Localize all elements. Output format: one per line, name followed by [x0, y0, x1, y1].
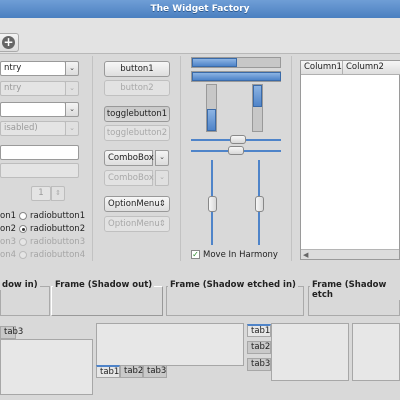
combobox-disabled: ComboBox — [104, 170, 154, 186]
frame-shadow-out — [51, 286, 163, 316]
radiobutton4-label: radiobutton4 — [30, 250, 86, 260]
plus-circle-icon: + — [2, 35, 15, 49]
combo-disabled-arrow: ⌄ — [65, 121, 79, 136]
progress-fill — [192, 72, 281, 81]
text-entry[interactable]: ntry — [0, 61, 66, 76]
nb3-tab1[interactable]: tab1 — [247, 324, 271, 337]
entry-combo-arrow[interactable]: ⌄ — [65, 61, 79, 76]
vscale-2-handle[interactable] — [255, 196, 264, 212]
frame-shadow-etched-in — [166, 286, 304, 316]
nb2-tab3[interactable]: tab3 — [143, 365, 167, 378]
progress-fill — [207, 109, 216, 131]
combobox-arrow[interactable]: ⌄ — [155, 150, 169, 166]
updown-arrow-icon: ⇕ — [158, 219, 166, 229]
togglebutton2: togglebutton2 — [104, 125, 170, 141]
column-header-2[interactable]: Column2 — [343, 61, 400, 75]
nb2-tab2[interactable]: tab2 — [120, 365, 143, 378]
frame-shadow-out-label: Frame (Shadow out) — [53, 280, 155, 290]
move-in-harmony-label[interactable]: Move In Harmony — [203, 250, 278, 260]
progress-fill — [253, 85, 262, 107]
progress-bar-vertical-1 — [206, 84, 217, 132]
notebook-4 — [352, 323, 400, 381]
frame-shadow-in-label: dow in) — [0, 280, 40, 290]
move-in-harmony-checkbox[interactable]: ✓ — [191, 250, 200, 259]
entry-combo-arrow-2[interactable]: ⌄ — [65, 102, 79, 117]
progress-bar-horizontal-2 — [191, 71, 281, 82]
radiobutton2-indicator[interactable] — [19, 225, 27, 233]
entry-combo-arrow-disabled: ⌄ — [65, 81, 79, 96]
radiobutton4-indicator — [19, 251, 27, 259]
nb2-tab1[interactable]: tab1 — [96, 365, 120, 378]
empty-entry[interactable] — [0, 102, 66, 117]
nb3-tab3[interactable]: tab3 — [247, 358, 271, 371]
separator — [92, 56, 93, 261]
button2: button2 — [104, 80, 170, 96]
notebook-1 — [0, 339, 93, 395]
horizontal-scrollbar[interactable]: ◀ — [301, 249, 399, 259]
hscale-1-handle[interactable] — [230, 135, 246, 144]
separator — [180, 56, 181, 261]
radio-label: on3 — [0, 237, 16, 247]
radiobutton2-label[interactable]: radiobutton2 — [30, 224, 85, 234]
notebook-2 — [96, 323, 244, 366]
updown-arrow-icon: ⇕ — [158, 199, 166, 209]
optionmenu-disabled: OptionMenu ⇕ — [104, 216, 170, 232]
window-title: The Widget Factory — [0, 0, 400, 18]
progress-bar-horizontal-1 — [191, 57, 281, 68]
spin-entry: 1 — [31, 186, 51, 201]
hscale-2-handle[interactable] — [228, 146, 244, 155]
spin-arrows: ⇕ — [51, 186, 65, 201]
optionmenu-disabled-label: OptionMenu — [108, 219, 160, 229]
frame-shadow-etched-in-label: Frame (Shadow etched in) — [168, 280, 298, 290]
toolbar — [0, 18, 400, 54]
text-entry-disabled: ntry — [0, 81, 66, 96]
togglebutton1[interactable]: togglebutton1 — [104, 106, 170, 122]
radio-label[interactable]: on2 — [0, 224, 20, 234]
optionmenu-label: OptionMenu — [108, 199, 160, 209]
nb1-tab3[interactable]: tab3 — [0, 326, 23, 339]
frame-shadow-etched-out-label: Frame (Shadow etch — [310, 280, 400, 300]
progress-bar-vertical-2 — [252, 84, 263, 132]
combo-disabled: isabled) — [0, 121, 66, 136]
radiobutton3-label: radiobutton3 — [30, 237, 86, 247]
button1[interactable]: button1 — [104, 61, 170, 77]
plain-entry-disabled — [0, 163, 79, 178]
frame-shadow-in — [0, 286, 50, 316]
combobox-disabled-arrow: ⌄ — [155, 170, 169, 186]
radiobutton3-indicator — [19, 238, 27, 246]
plain-entry[interactable] — [0, 145, 79, 160]
radio-label: on4 — [0, 250, 16, 260]
scroll-left-icon[interactable]: ◀ — [303, 251, 308, 259]
radio-label[interactable]: on1 — [0, 211, 20, 221]
notebook-3 — [271, 323, 349, 381]
add-button[interactable]: + — [0, 33, 19, 52]
optionmenu[interactable]: OptionMenu ⇕ — [104, 196, 170, 212]
nb3-tab2[interactable]: tab2 — [247, 341, 271, 354]
combobox[interactable]: ComboBox — [104, 150, 154, 166]
radiobutton1-indicator[interactable] — [19, 212, 27, 220]
vscale-1-handle[interactable] — [208, 196, 217, 212]
column-header-1[interactable]: Column1 — [301, 61, 343, 75]
tree-view[interactable]: Column1 Column2 ◀ — [300, 60, 400, 260]
radiobutton1-label[interactable]: radiobutton1 — [30, 211, 85, 221]
separator — [291, 56, 292, 261]
progress-fill — [192, 58, 237, 67]
